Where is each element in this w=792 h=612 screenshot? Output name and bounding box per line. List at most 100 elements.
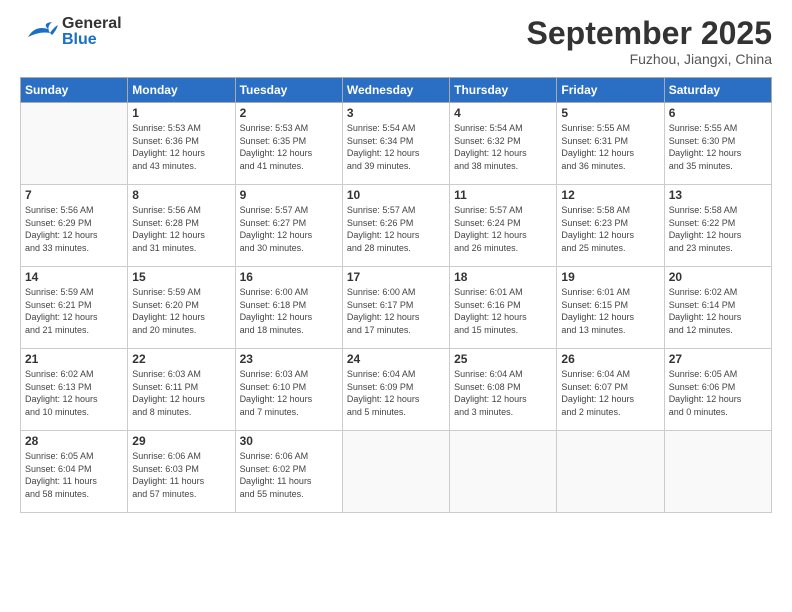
day-number: 9 — [240, 188, 338, 202]
calendar-cell: 5 Sunrise: 5:55 AM Sunset: 6:31 PM Daylig… — [557, 103, 664, 185]
calendar-cell — [664, 431, 771, 513]
header: General Blue September 2025 Fuzhou, Jian… — [20, 16, 772, 67]
day-info: Sunrise: 6:05 AM Sunset: 6:04 PM Dayligh… — [25, 450, 123, 500]
day-info: Sunrise: 5:53 AM Sunset: 6:35 PM Dayligh… — [240, 122, 338, 172]
calendar-cell: 2 Sunrise: 5:53 AM Sunset: 6:35 PM Daylig… — [235, 103, 342, 185]
calendar-cell: 8 Sunrise: 5:56 AM Sunset: 6:28 PM Daylig… — [128, 185, 235, 267]
logo-blue-text: Blue — [62, 32, 122, 48]
day-number: 20 — [669, 270, 767, 284]
calendar-table: Sunday Monday Tuesday Wednesday Thursday… — [20, 77, 772, 513]
calendar-cell: 3 Sunrise: 5:54 AM Sunset: 6:34 PM Daylig… — [342, 103, 449, 185]
day-info: Sunrise: 6:04 AM Sunset: 6:09 PM Dayligh… — [347, 368, 445, 418]
calendar-cell: 10Sunrise: 5:57 AM Sunset: 6:26 PM Dayli… — [342, 185, 449, 267]
day-number: 3 — [347, 106, 445, 120]
day-info: Sunrise: 5:59 AM Sunset: 6:21 PM Dayligh… — [25, 286, 123, 336]
day-number: 19 — [561, 270, 659, 284]
logo: General Blue — [20, 16, 122, 48]
day-number: 2 — [240, 106, 338, 120]
calendar-cell: 16 Sunrise: 6:00 AM Sunset: 6:18 PM Dayli… — [235, 267, 342, 349]
day-number: 27 — [669, 352, 767, 366]
location: Fuzhou, Jiangxi, China — [527, 51, 772, 67]
day-number: 28 — [25, 434, 123, 448]
calendar-cell: 19Sunrise: 6:01 AM Sunset: 6:15 PM Dayli… — [557, 267, 664, 349]
calendar-cell: 29Sunrise: 6:06 AM Sunset: 6:03 PM Dayli… — [128, 431, 235, 513]
day-number: 29 — [132, 434, 230, 448]
day-number: 23 — [240, 352, 338, 366]
calendar-cell — [557, 431, 664, 513]
day-info: Sunrise: 6:00 AM Sunset: 6:18 PM Dayligh… — [240, 286, 338, 336]
day-info: Sunrise: 5:55 AM Sunset: 6:30 PM Dayligh… — [669, 122, 767, 172]
day-info: Sunrise: 5:54 AM Sunset: 6:32 PM Dayligh… — [454, 122, 552, 172]
day-number: 8 — [132, 188, 230, 202]
title-section: September 2025 Fuzhou, Jiangxi, China — [527, 16, 772, 67]
day-number: 16 — [240, 270, 338, 284]
calendar-cell: 20 Sunrise: 6:02 AM Sunset: 6:14 PM Dayli… — [664, 267, 771, 349]
calendar-cell — [450, 431, 557, 513]
day-info: Sunrise: 6:05 AM Sunset: 6:06 PM Dayligh… — [669, 368, 767, 418]
day-info: Sunrise: 5:57 AM Sunset: 6:24 PM Dayligh… — [454, 204, 552, 254]
day-number: 4 — [454, 106, 552, 120]
day-number: 15 — [132, 270, 230, 284]
calendar-week-row: 1 Sunrise: 5:53 AM Sunset: 6:36 PM Daylig… — [21, 103, 772, 185]
header-wednesday: Wednesday — [342, 78, 449, 103]
day-number: 18 — [454, 270, 552, 284]
day-number: 1 — [132, 106, 230, 120]
day-info: Sunrise: 5:54 AM Sunset: 6:34 PM Dayligh… — [347, 122, 445, 172]
calendar-cell: 13 Sunrise: 5:58 AM Sunset: 6:22 PM Dayli… — [664, 185, 771, 267]
header-saturday: Saturday — [664, 78, 771, 103]
calendar-cell: 18 Sunrise: 6:01 AM Sunset: 6:16 PM Dayli… — [450, 267, 557, 349]
calendar-cell: 24 Sunrise: 6:04 AM Sunset: 6:09 PM Dayli… — [342, 349, 449, 431]
calendar-week-row: 28 Sunrise: 6:05 AM Sunset: 6:04 PM Dayli… — [21, 431, 772, 513]
day-number: 25 — [454, 352, 552, 366]
day-number: 24 — [347, 352, 445, 366]
calendar-cell: 15 Sunrise: 5:59 AM Sunset: 6:20 PM Dayli… — [128, 267, 235, 349]
day-number: 13 — [669, 188, 767, 202]
day-number: 12 — [561, 188, 659, 202]
day-info: Sunrise: 6:02 AM Sunset: 6:13 PM Dayligh… — [25, 368, 123, 418]
logo-text: General Blue — [62, 16, 122, 48]
calendar-cell: 17Sunrise: 6:00 AM Sunset: 6:17 PM Dayli… — [342, 267, 449, 349]
calendar-cell — [21, 103, 128, 185]
calendar-page: General Blue September 2025 Fuzhou, Jian… — [0, 0, 792, 612]
day-info: Sunrise: 6:04 AM Sunset: 6:07 PM Dayligh… — [561, 368, 659, 418]
day-info: Sunrise: 5:59 AM Sunset: 6:20 PM Dayligh… — [132, 286, 230, 336]
day-info: Sunrise: 6:03 AM Sunset: 6:11 PM Dayligh… — [132, 368, 230, 418]
calendar-cell: 23Sunrise: 6:03 AM Sunset: 6:10 PM Dayli… — [235, 349, 342, 431]
header-sunday: Sunday — [21, 78, 128, 103]
day-number: 10 — [347, 188, 445, 202]
calendar-cell: 11 Sunrise: 5:57 AM Sunset: 6:24 PM Dayli… — [450, 185, 557, 267]
calendar-cell: 9 Sunrise: 5:57 AM Sunset: 6:27 PM Daylig… — [235, 185, 342, 267]
calendar-cell: 21 Sunrise: 6:02 AM Sunset: 6:13 PM Dayli… — [21, 349, 128, 431]
day-info: Sunrise: 5:53 AM Sunset: 6:36 PM Dayligh… — [132, 122, 230, 172]
day-info: Sunrise: 6:06 AM Sunset: 6:02 PM Dayligh… — [240, 450, 338, 500]
day-info: Sunrise: 6:01 AM Sunset: 6:16 PM Dayligh… — [454, 286, 552, 336]
day-number: 14 — [25, 270, 123, 284]
day-number: 21 — [25, 352, 123, 366]
day-info: Sunrise: 5:56 AM Sunset: 6:28 PM Dayligh… — [132, 204, 230, 254]
day-number: 11 — [454, 188, 552, 202]
calendar-cell: 12Sunrise: 5:58 AM Sunset: 6:23 PM Dayli… — [557, 185, 664, 267]
month-title: September 2025 — [527, 16, 772, 51]
day-number: 26 — [561, 352, 659, 366]
calendar-cell: 22 Sunrise: 6:03 AM Sunset: 6:11 PM Dayli… — [128, 349, 235, 431]
calendar-cell: 6 Sunrise: 5:55 AM Sunset: 6:30 PM Daylig… — [664, 103, 771, 185]
calendar-cell: 30Sunrise: 6:06 AM Sunset: 6:02 PM Dayli… — [235, 431, 342, 513]
calendar-week-row: 21 Sunrise: 6:02 AM Sunset: 6:13 PM Dayli… — [21, 349, 772, 431]
day-info: Sunrise: 6:00 AM Sunset: 6:17 PM Dayligh… — [347, 286, 445, 336]
calendar-week-row: 7 Sunrise: 5:56 AM Sunset: 6:29 PM Daylig… — [21, 185, 772, 267]
day-info: Sunrise: 5:56 AM Sunset: 6:29 PM Dayligh… — [25, 204, 123, 254]
calendar-cell: 7 Sunrise: 5:56 AM Sunset: 6:29 PM Daylig… — [21, 185, 128, 267]
day-number: 7 — [25, 188, 123, 202]
day-number: 6 — [669, 106, 767, 120]
calendar-cell: 25Sunrise: 6:04 AM Sunset: 6:08 PM Dayli… — [450, 349, 557, 431]
day-info: Sunrise: 5:58 AM Sunset: 6:22 PM Dayligh… — [669, 204, 767, 254]
day-info: Sunrise: 5:57 AM Sunset: 6:27 PM Dayligh… — [240, 204, 338, 254]
day-info: Sunrise: 6:02 AM Sunset: 6:14 PM Dayligh… — [669, 286, 767, 336]
calendar-cell — [342, 431, 449, 513]
header-thursday: Thursday — [450, 78, 557, 103]
logo-icon — [20, 17, 60, 47]
day-number: 22 — [132, 352, 230, 366]
day-info: Sunrise: 5:55 AM Sunset: 6:31 PM Dayligh… — [561, 122, 659, 172]
weekday-header-row: Sunday Monday Tuesday Wednesday Thursday… — [21, 78, 772, 103]
day-number: 5 — [561, 106, 659, 120]
